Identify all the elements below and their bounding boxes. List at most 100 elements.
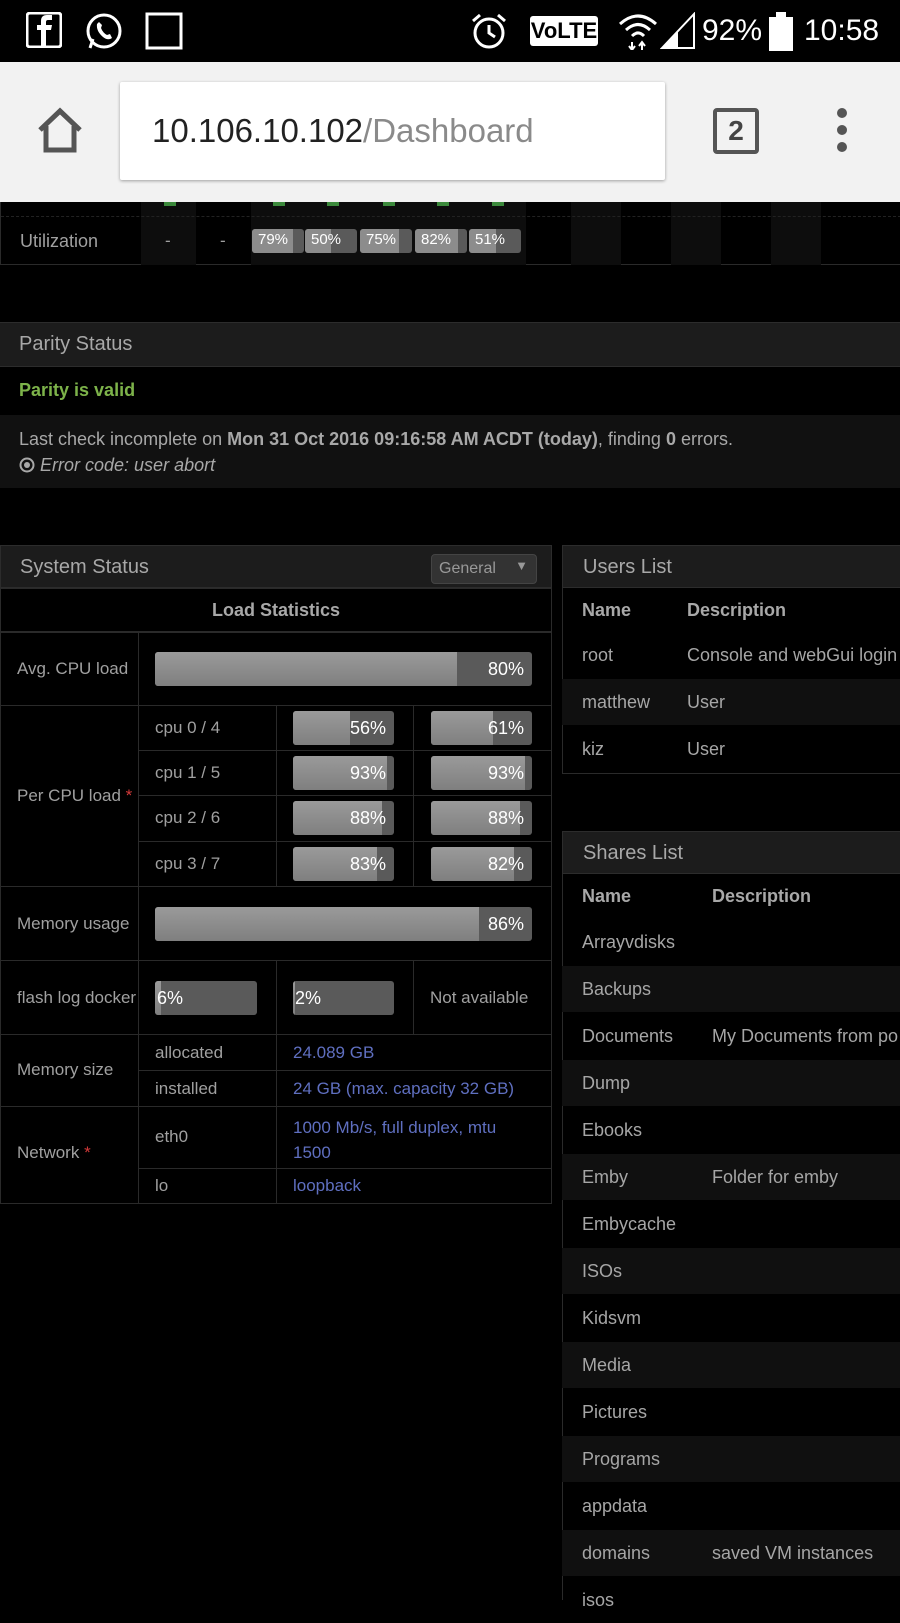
load-statistics-header: Load Statistics <box>211 600 341 620</box>
cpu-load-value: 83% <box>349 853 386 874</box>
parity-check-suffix: errors. <box>675 429 733 449</box>
required-asterisk: * <box>84 1143 91 1162</box>
disk-utilization-bar: 75% <box>360 229 412 253</box>
parity-check-prefix: Last check incomplete on <box>19 429 228 449</box>
share-name: Ebooks <box>582 1120 643 1140</box>
users-list-header: Users List <box>562 545 900 588</box>
required-asterisk: * <box>125 786 133 805</box>
battery-icon <box>769 12 793 51</box>
cpu-load-value: 93% <box>349 762 386 783</box>
cpu-load-fill <box>431 711 493 745</box>
memory-usage-value: 86% <box>487 913 524 934</box>
parity-status-title: Parity Status <box>19 333 133 355</box>
dot-circle-icon <box>19 457 35 473</box>
home-icon[interactable] <box>36 106 84 154</box>
table-row: Documents My Documents from po <box>562 1013 900 1059</box>
installed-label: installed <box>155 1079 218 1098</box>
cpu-pair-label: cpu 2 / 6 <box>155 808 221 827</box>
table-row: Embycache <box>562 1201 900 1247</box>
volte-badge: VoLTE <box>530 16 598 46</box>
image-icon <box>145 12 183 50</box>
utilization-dash: - <box>165 231 171 250</box>
chevron-down-icon: ▼ <box>515 558 528 573</box>
table-row: Pictures <box>562 1389 900 1435</box>
table-row: Arrayvdisks <box>562 919 900 965</box>
utilization-dash: - <box>220 231 226 250</box>
user-description: Console and webGui login <box>687 645 898 665</box>
tab-switcher-button[interactable]: 2 <box>713 108 759 154</box>
memory-usage-bar: 86% <box>155 907 532 941</box>
network-label-text: Network <box>17 1143 80 1162</box>
share-name: Backups <box>582 979 652 999</box>
table-row: Ebooks <box>562 1107 900 1153</box>
disk-utilization-bar: 50% <box>305 229 357 253</box>
share-name: Pictures <box>582 1402 648 1422</box>
cpu-load-bar: 93% <box>293 756 394 790</box>
per-cpu-label: Per CPU load * <box>17 786 132 806</box>
user-description: User <box>687 739 726 759</box>
system-view-dropdown[interactable]: General ▼ <box>431 554 537 584</box>
avg-cpu-label: Avg. CPU load <box>17 659 129 678</box>
flash-log-docker-label: flash log docker <box>17 988 137 1007</box>
share-name: Kidsvm <box>582 1308 642 1328</box>
users-col-description: Description <box>687 600 787 620</box>
table-row: Dump <box>562 1060 900 1106</box>
cpu-load-bar: 82% <box>431 847 532 881</box>
parity-check-mid: , finding <box>597 429 666 449</box>
battery-percent: 92% <box>702 14 763 47</box>
users-list-title: Users List <box>583 556 672 578</box>
table-row: domains saved VM instances <box>562 1530 900 1576</box>
flash-usage-bar: 6% <box>155 981 257 1015</box>
share-name: domains <box>582 1543 651 1563</box>
cpu-load-fill <box>293 711 350 745</box>
dropdown-value: General <box>439 560 496 577</box>
status-bar: VoLTE 92% 10:58 <box>0 0 900 62</box>
shares-list-header: Shares List <box>562 831 900 874</box>
share-name: appdata <box>582 1496 648 1516</box>
share-description: saved VM instances <box>712 1543 874 1563</box>
disk-utilization-value: 79% <box>258 231 289 248</box>
docker-status: Not available <box>430 988 529 1007</box>
share-name: Arrayvdisks <box>582 932 676 952</box>
cpu-load-value: 88% <box>487 807 524 828</box>
users-col-name: Name <box>582 600 632 620</box>
share-name: isos <box>582 1590 615 1610</box>
shares-list-title: Shares List <box>583 842 684 864</box>
disk-utilization-value: 50% <box>311 231 342 248</box>
parity-error-code: Error code: user abort <box>40 455 216 475</box>
system-status-header: System Status General ▼ <box>0 545 552 588</box>
address-bar[interactable]: 10.106.10.102/Dashboard <box>120 82 665 180</box>
share-description: Folder for emby <box>712 1167 839 1187</box>
parity-check-errors: 0 <box>665 429 676 449</box>
user-description: User <box>687 692 726 712</box>
share-name: Documents <box>582 1026 674 1046</box>
cpu-load-bar: 88% <box>293 801 394 835</box>
menu-icon[interactable] <box>830 106 854 154</box>
lo-label: lo <box>155 1176 169 1195</box>
disk-utilization-bar: 51% <box>469 229 521 253</box>
parity-status-header: Parity Status <box>0 322 900 367</box>
share-description: My Documents from po <box>712 1026 899 1046</box>
cpu-pair-label: cpu 1 / 5 <box>155 763 221 782</box>
table-row: appdata <box>562 1483 900 1529</box>
cpu-load-bar: 83% <box>293 847 394 881</box>
cpu-load-bar: 61% <box>431 711 532 745</box>
table-row: matthew User <box>562 679 900 725</box>
eth0-value: 1000 Mb/s, full duplex, mtu 1500 <box>293 1115 496 1165</box>
signal-icon <box>660 12 695 49</box>
table-row: kiz User <box>562 726 900 772</box>
disk-utilization-value: 82% <box>421 231 452 248</box>
table-row: Media <box>562 1342 900 1388</box>
log-usage-value: 2% <box>295 987 322 1008</box>
allocated-label: allocated <box>155 1043 224 1062</box>
table-row: Programs <box>562 1436 900 1482</box>
disk-utilization-value: 51% <box>475 231 506 248</box>
table-row: ISOs <box>562 1248 900 1294</box>
share-name: Emby <box>582 1167 629 1187</box>
disk-utilization-value: 75% <box>366 231 397 248</box>
user-name: kiz <box>582 739 604 759</box>
parity-valid-text: Parity is valid <box>19 380 136 400</box>
shares-col-name: Name <box>582 886 632 906</box>
cpu-load-bar: 56% <box>293 711 394 745</box>
avg-cpu-value: 80% <box>487 658 524 679</box>
